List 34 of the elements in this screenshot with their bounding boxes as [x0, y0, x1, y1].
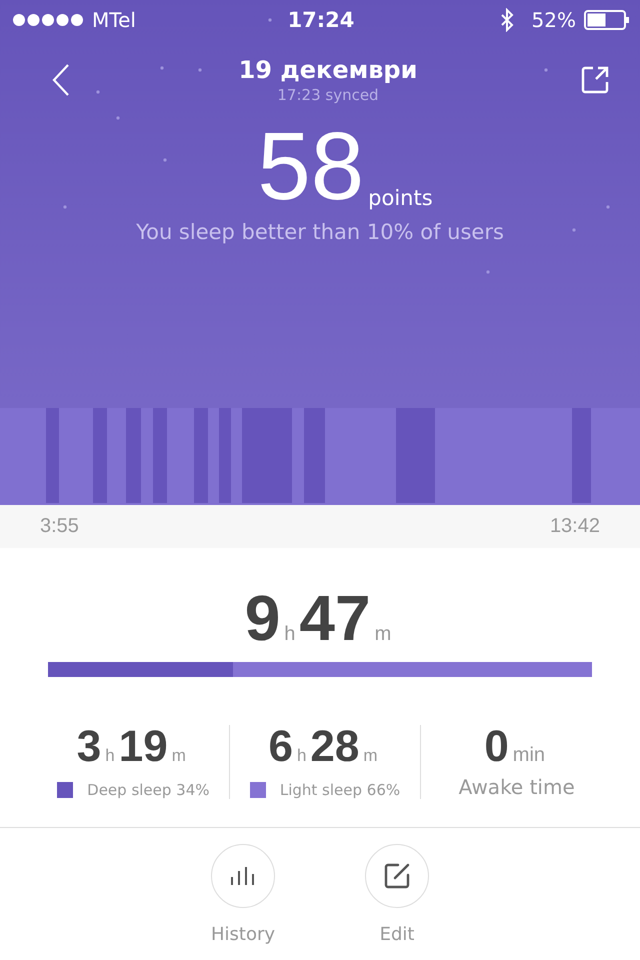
stat-hours: 3	[76, 725, 102, 769]
minutes-unit: m	[172, 746, 186, 766]
bar-chart-icon	[230, 865, 256, 887]
stat-label: Deep sleep 34%	[87, 781, 210, 799]
edit-icon	[383, 862, 412, 890]
score-unit: points	[368, 186, 433, 210]
end-time: 13:42	[550, 515, 600, 538]
clock-time: 17:24	[288, 8, 354, 32]
hours-unit: h	[105, 746, 115, 766]
minutes-unit: m	[363, 746, 378, 766]
minutes-unit: min	[512, 744, 546, 767]
sleep-score: 58	[257, 122, 364, 212]
hours-unit: h	[296, 746, 306, 766]
action-label: Edit	[380, 924, 414, 945]
stat-label: Awake time	[458, 775, 575, 799]
battery-percent: 52%	[532, 8, 576, 32]
battery-icon	[584, 10, 630, 30]
total-hours: 9	[244, 586, 280, 650]
signal-icon	[12, 13, 84, 27]
sync-status: 17:23 synced	[277, 86, 379, 104]
carrier-name: MTel	[92, 8, 136, 32]
stat-label: Light sleep 66%	[280, 781, 400, 799]
awake-minutes: 0	[484, 725, 509, 769]
score-caption: You sleep better than 10% of users	[135, 220, 505, 244]
date-title: 19 декември	[238, 56, 418, 84]
stat-minutes: 19	[118, 725, 168, 769]
stat-hours: 6	[268, 725, 293, 769]
hours-unit: h	[284, 623, 296, 646]
total-minutes: 47	[299, 586, 371, 650]
minutes-unit: m	[374, 623, 392, 646]
bluetooth-icon	[500, 8, 514, 32]
action-label: History	[210, 924, 276, 945]
stat-minutes: 28	[310, 725, 360, 769]
start-time: 3:55	[40, 515, 79, 538]
